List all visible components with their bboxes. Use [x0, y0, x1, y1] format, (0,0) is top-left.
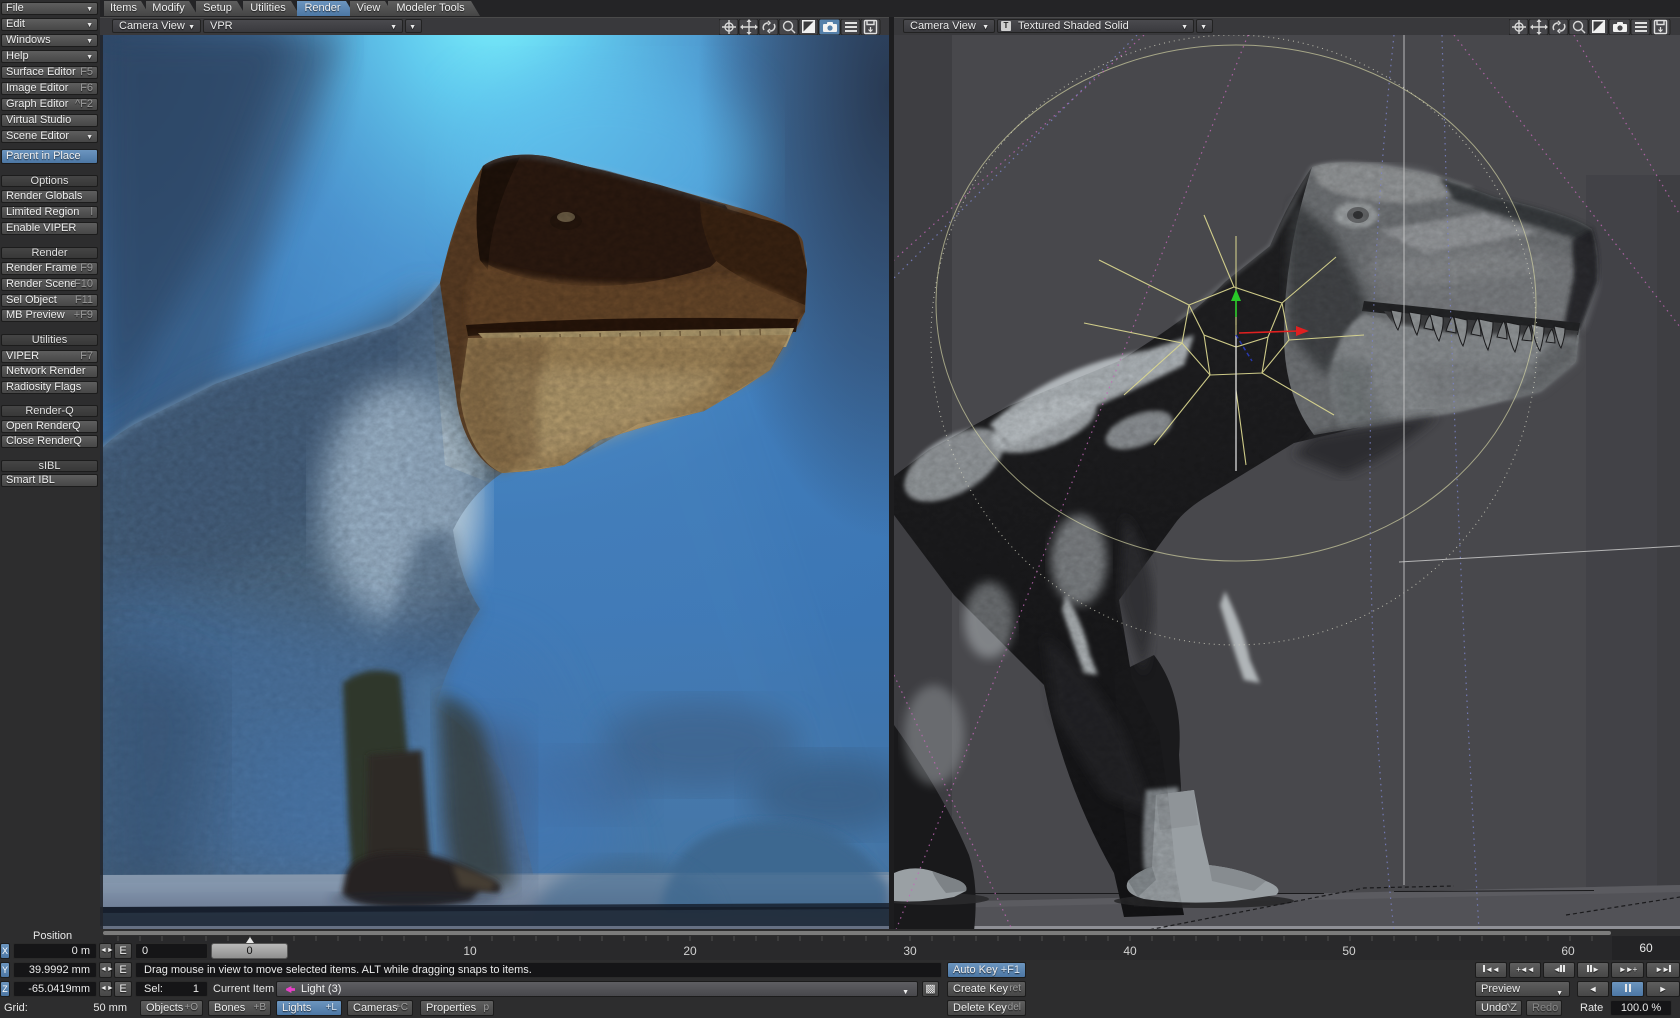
svg-text:20: 20 [683, 944, 697, 958]
svg-text:60: 60 [1561, 944, 1575, 958]
svg-text:30: 30 [903, 944, 917, 958]
svg-text:10: 10 [463, 944, 477, 958]
svg-text:40: 40 [1123, 944, 1137, 958]
svg-text:50: 50 [1342, 944, 1356, 958]
